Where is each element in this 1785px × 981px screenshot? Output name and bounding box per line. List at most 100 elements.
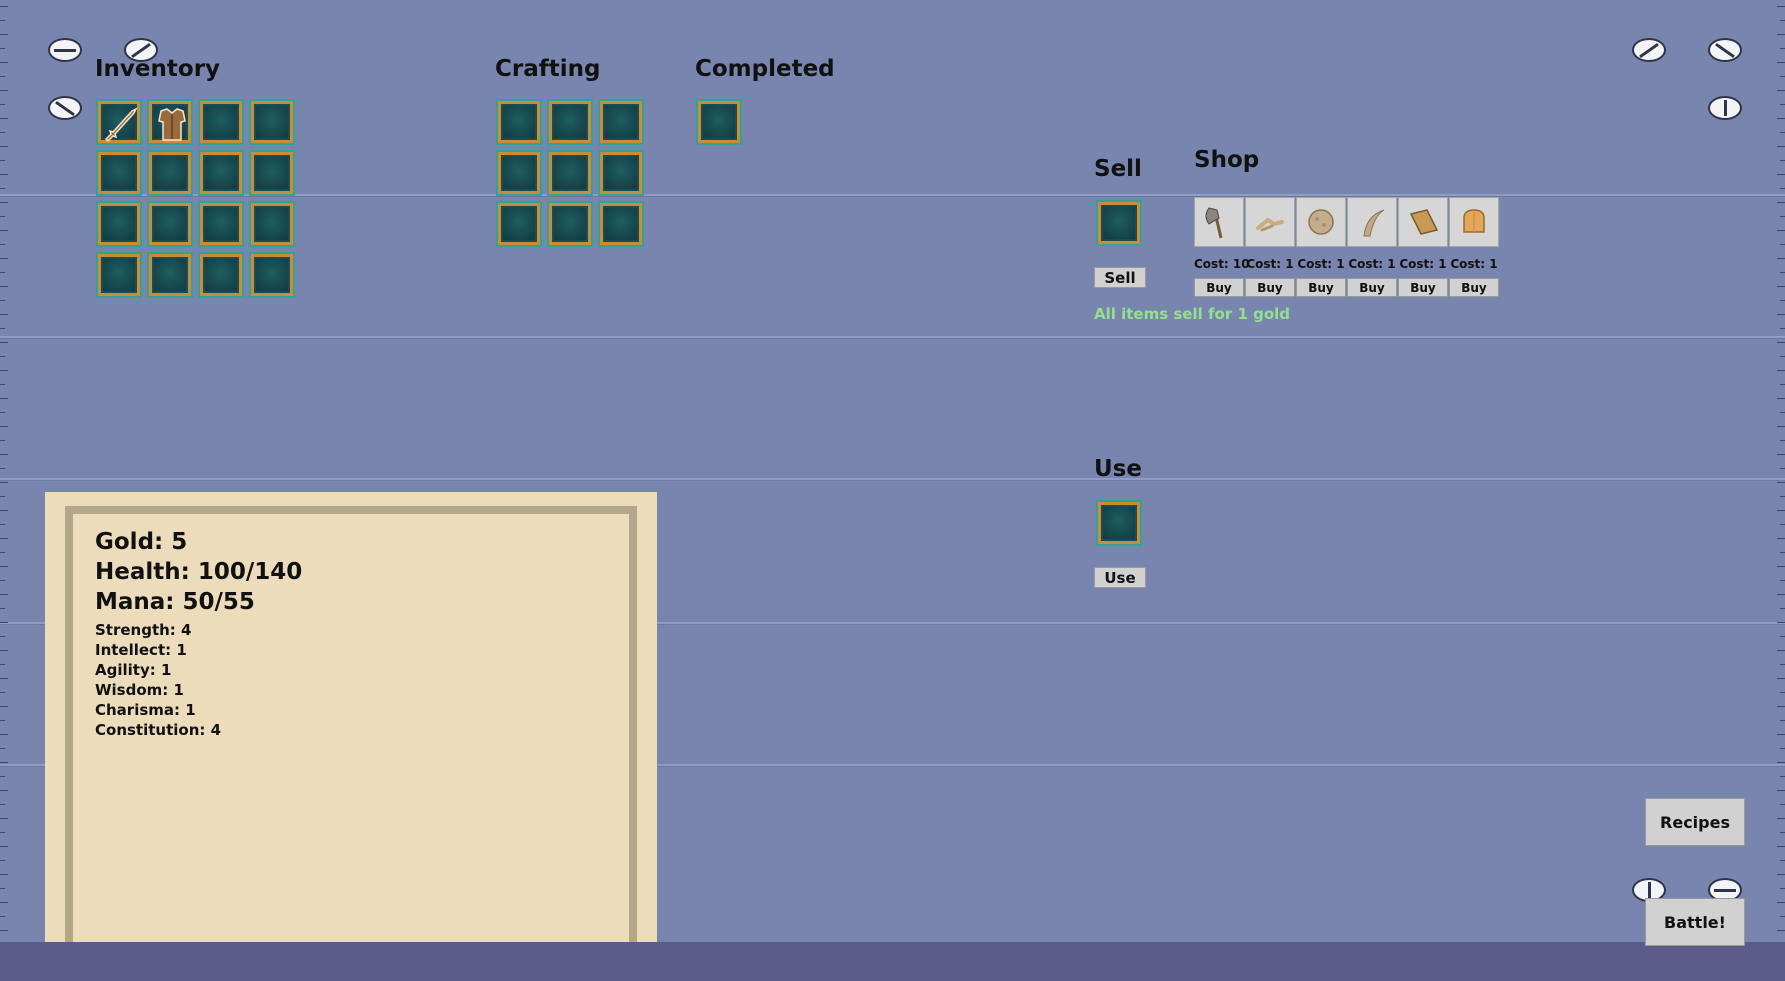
shop-cost: Cost: 1 [1399, 257, 1447, 271]
ruler-tick [1780, 860, 1785, 861]
screw-icon [48, 96, 82, 120]
inventory-slot[interactable] [96, 150, 142, 196]
crafting-slot[interactable] [598, 201, 644, 247]
ruler-tick [1780, 496, 1785, 497]
completed-slot[interactable] [696, 99, 742, 145]
use-slot[interactable] [1096, 500, 1142, 546]
ruler-tick [1780, 776, 1785, 777]
ruler-tick [0, 706, 8, 707]
ruler-tick [1777, 62, 1785, 63]
inventory-slot[interactable] [249, 150, 295, 196]
ruler-tick [0, 496, 5, 497]
inventory-slot[interactable] [198, 252, 244, 298]
inventory-slot[interactable] [96, 201, 142, 247]
ruler-tick [1780, 160, 1785, 161]
ruler-tick [1780, 636, 1785, 637]
ruler-tick [0, 118, 8, 119]
ruler-tick [0, 916, 5, 917]
buy-button[interactable]: Buy [1398, 278, 1448, 297]
ruler-tick [0, 636, 5, 637]
wisdom-stat: Wisdom: 1 [95, 681, 184, 699]
ruler-tick [0, 370, 8, 371]
ruler-tick [1777, 286, 1785, 287]
screw-icon [1632, 38, 1666, 62]
shop-item[interactable] [1449, 197, 1499, 247]
ruler-tick [1780, 356, 1785, 357]
ruler-tick [1777, 146, 1785, 147]
buy-button[interactable]: Buy [1449, 278, 1499, 297]
shop-item[interactable] [1296, 197, 1346, 247]
ruler-tick [0, 34, 8, 35]
ruler-tick [1777, 818, 1785, 819]
wall-seam [0, 478, 1785, 481]
battle-button[interactable]: Battle! [1645, 898, 1745, 946]
ruler-tick [1780, 244, 1785, 245]
recipes-button[interactable]: Recipes [1645, 798, 1745, 846]
ruler-tick [0, 902, 8, 903]
buy-button[interactable]: Buy [1347, 278, 1397, 297]
buy-button[interactable]: Buy [1194, 278, 1244, 297]
ruler-tick [0, 272, 5, 273]
ruler-tick [1780, 48, 1785, 49]
completed-heading: Completed [695, 56, 835, 82]
ruler-tick [1777, 790, 1785, 791]
ruler-tick [1780, 468, 1785, 469]
ruler-tick [1780, 328, 1785, 329]
inventory-slot[interactable] [96, 252, 142, 298]
ruler-tick [1780, 104, 1785, 105]
sell-slot[interactable] [1096, 200, 1142, 246]
sell-button[interactable]: Sell [1094, 267, 1146, 288]
ruler-tick [0, 188, 5, 189]
crafting-slot[interactable] [547, 150, 593, 196]
crafting-slot[interactable] [547, 99, 593, 145]
crafting-slot[interactable] [598, 99, 644, 145]
ruler-tick [1777, 566, 1785, 567]
inventory-slot[interactable] [198, 99, 244, 145]
shop-item[interactable] [1398, 197, 1448, 247]
ruler-tick [0, 664, 5, 665]
ruler-tick [1777, 734, 1785, 735]
strength-stat: Strength: 4 [95, 621, 192, 639]
crafting-slot[interactable] [496, 150, 542, 196]
crafting-slot[interactable] [496, 201, 542, 247]
ruler-tick [0, 468, 5, 469]
use-button[interactable]: Use [1094, 567, 1146, 588]
ruler-tick [1777, 706, 1785, 707]
crafting-slot[interactable] [547, 201, 593, 247]
inventory-slot[interactable] [147, 201, 193, 247]
shop-cost: Cost: 1 [1246, 257, 1294, 271]
crafting-slot[interactable] [598, 150, 644, 196]
ruler-tick [1777, 230, 1785, 231]
ruler-tick [1780, 832, 1785, 833]
ruler-tick [0, 566, 8, 567]
ruler-tick [0, 48, 5, 49]
ruler-tick [1780, 720, 1785, 721]
crafting-slot[interactable] [496, 99, 542, 145]
inventory-slot[interactable] [147, 99, 193, 145]
ruler-tick [0, 734, 8, 735]
buy-button[interactable]: Buy [1296, 278, 1346, 297]
ruler-tick [1777, 454, 1785, 455]
inventory-slot[interactable] [249, 99, 295, 145]
ruler-tick [1780, 580, 1785, 581]
ruler-tick [0, 132, 5, 133]
ruler-tick [0, 90, 8, 91]
ruler-tick [1777, 538, 1785, 539]
ruler-tick [1780, 300, 1785, 301]
inventory-slot[interactable] [249, 201, 295, 247]
inventory-slot[interactable] [96, 99, 142, 145]
inventory-slot[interactable] [198, 150, 244, 196]
shop-item[interactable] [1194, 197, 1244, 247]
ruler-tick [1777, 118, 1785, 119]
inventory-slot[interactable] [147, 150, 193, 196]
bones-icon [1256, 217, 1284, 232]
inventory-slot[interactable] [147, 252, 193, 298]
ruler-tick [1780, 888, 1785, 889]
buy-button[interactable]: Buy [1245, 278, 1295, 297]
shop-item[interactable] [1245, 197, 1295, 247]
ruler-tick [1777, 370, 1785, 371]
inventory-slot[interactable] [198, 201, 244, 247]
ruler-tick [1777, 622, 1785, 623]
inventory-slot[interactable] [249, 252, 295, 298]
shop-item[interactable] [1347, 197, 1397, 247]
